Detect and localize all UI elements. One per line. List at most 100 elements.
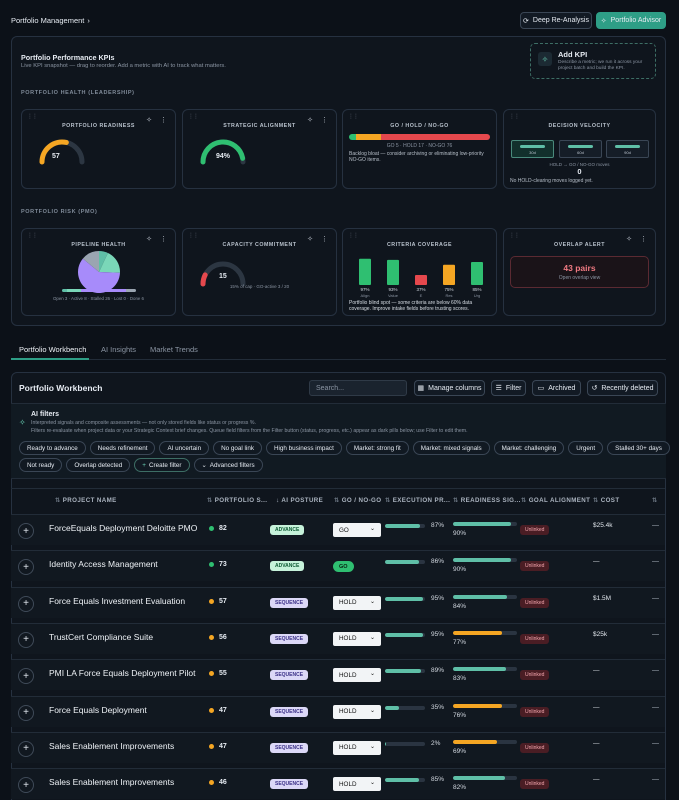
ai-filter-chip[interactable]: Urgent [568,441,604,455]
drag-handle-icon[interactable]: ⋮⋮ [509,113,520,120]
tab-ai-insights[interactable]: AI Insights [101,345,136,354]
project-name[interactable]: PMI LA Force Equals Deployment Pilot [49,668,195,678]
ai-filter-chip[interactable]: Overlap detected [66,458,131,472]
kpi-card-alignment[interactable]: ⋮⋮ ✧ ⋮ STRATEGIC ALIGNMENT 94% [182,109,337,189]
ai-filter-chip[interactable]: Market: mixed signals [412,441,490,455]
col-ai-posture[interactable]: ↓ AI POSTURE [276,497,323,504]
ai-filter-chip[interactable]: Market: strong fit [345,441,409,455]
col-readiness-signal[interactable]: ⇅ READINESS SIG... [453,497,521,504]
ai-filter-chip[interactable]: Stalled 30+ days [607,441,670,455]
capacity-value: 15 [219,273,227,280]
expand-row-button[interactable]: + [18,777,34,794]
col-execution-progress[interactable]: ⇅ EXECUTION PR... [385,497,450,504]
recently-deleted-button[interactable]: ↺ Recently deleted [587,380,658,396]
tab-market-trends[interactable]: Market Trends [150,345,198,354]
kpi-card-coverage[interactable]: ⋮⋮ CRITERIA COVERAGE 97% Align 93% Value 37%… [342,228,497,316]
drag-handle-icon[interactable]: ⋮⋮ [188,113,199,120]
kpi-card-capacity[interactable]: ⋮⋮ ✧ ⋮ CAPACITY COMMITMENT 15 15% of cap … [182,228,337,316]
deep-reanalysis-button[interactable]: ⟳ Deep Re-Analysis [520,12,592,29]
chevron-down-icon: ⌄ [369,743,375,750]
drag-handle-icon[interactable]: ⋮⋮ [348,113,359,120]
table-row[interactable]: + Sales Enablement Improvements 46 SEQUE… [11,768,665,800]
ai-filter-chip[interactable]: Not ready [19,458,63,472]
ai-filter-chip[interactable]: No goal link [213,441,262,455]
ai-filter-chip[interactable]: Market: challenging [493,441,565,455]
pipeline-bar-seg-active [67,289,81,292]
go-no-go-select[interactable]: HOLD ⌄ [333,777,381,792]
drag-handle-icon[interactable]: ⋮⋮ [27,232,38,239]
col-cost[interactable]: ⇅ COST [593,497,620,504]
col-go-no-go[interactable]: ⇅ GO / NO-GO [334,497,381,504]
go-no-go-pill[interactable]: GO [333,561,354,573]
kpi-card-pipeline[interactable]: ⋮⋮ ✧ ⋮ PIPELINE HEALTH Open 3 · Active 8 … [21,228,176,316]
breadcrumb-portfolio[interactable]: Portfolio Management [11,16,84,25]
ai-filter-chip[interactable]: AI uncertain [159,441,210,455]
expand-row-button[interactable]: + [18,740,34,757]
go-no-go-select[interactable]: HOLD ⌄ [333,631,381,646]
go-no-go-select[interactable]: HOLD ⌄ [333,595,381,610]
advanced-filters-button[interactable]: ⌄ Advanced filters [193,458,263,472]
go-no-go-select[interactable]: HOLD ⌄ [333,668,381,683]
col-goal-alignment[interactable]: ⇅ GOAL ALIGNMENT [521,497,590,504]
filter-button[interactable]: ☰ Filter [491,380,526,396]
drag-handle-icon[interactable]: ⋮⋮ [509,232,520,239]
overlap-link[interactable]: Open overlap view [511,275,648,281]
ai-filter-chip[interactable]: Ready to advance [19,441,86,455]
workbench-title: Portfolio Workbench [19,383,103,393]
col-more[interactable]: ⇅ [652,497,658,504]
kpi-card-gonogo[interactable]: ⋮⋮ GO / HOLD / NO-GO GO 5 · HOLD 17 · NO… [342,109,497,189]
project-name[interactable]: Identity Access Management [49,559,158,569]
execution-progress-bar [385,596,425,601]
col-project-name[interactable]: ⇅ PROJECT NAME [55,497,117,504]
drag-handle-icon[interactable]: ⋮⋮ [348,232,359,239]
kpi-card-readiness[interactable]: ⋮⋮ ✧ ⋮ PORTFOLIO READINESS 57 [21,109,176,189]
table-row[interactable]: + ForceEquals Deployment Deloitte PMO 82… [11,514,665,545]
table-row[interactable]: + Force Equals Deployment 47 SEQUENCE HO… [11,695,665,727]
portfolio-advisor-button[interactable]: ✧ Portfolio Advisor [596,12,666,29]
portfolio-score: 73 [209,561,227,568]
add-kpi-card[interactable]: ✧ Add KPI Describe a metric; we run it a… [530,43,656,79]
tab-portfolio-workbench[interactable]: Portfolio Workbench [19,345,86,354]
table-row[interactable]: + Force Equals Investment Evaluation 57 … [11,586,665,618]
kpi-panel-title: Portfolio Performance KPIs [21,53,115,62]
table-row[interactable]: + TrustCert Compliance Suite 56 SEQUENCE… [11,622,665,654]
project-name[interactable]: Force Equals Deployment [49,705,147,715]
cost-value: $1.5M [593,594,612,602]
ai-filter-chip[interactable]: Needs refinement [89,441,156,455]
drag-handle-icon[interactable]: ⋮⋮ [188,232,199,239]
project-name[interactable]: TrustCert Compliance Suite [49,632,153,642]
kpi-card-overlap[interactable]: ⋮⋮ ✧ ⋮ OVERLAP ALERT 43 pairs Open overla… [503,228,656,316]
create-filter-button[interactable]: + Create filter [134,458,190,472]
kpi-title: PORTFOLIO READINESS [62,123,135,129]
expand-row-button[interactable]: + [18,631,34,648]
kpi-card-velocity[interactable]: ⋮⋮ DECISION VELOCITY 30d 60d 90d HOLD → … [503,109,656,189]
archived-button[interactable]: ▭ Archived [532,380,581,396]
table-row[interactable]: + PMI LA Force Equals Deployment Pilot 5… [11,659,665,691]
breadcrumb[interactable]: Portfolio Management › [11,16,90,25]
manage-columns-button[interactable]: ▦ Manage columns [414,380,485,396]
go-no-go-select[interactable]: HOLD ⌄ [333,704,381,719]
go-no-go-select[interactable]: GO ⌄ [333,523,381,537]
table-row[interactable]: + Sales Enablement Improvements 47 SEQUE… [11,731,665,763]
project-name[interactable]: ForceEquals Deployment Deloitte PMO [49,523,197,533]
search-input[interactable]: Search... [309,380,407,396]
expand-row-button[interactable]: + [18,595,34,612]
overlap-box[interactable]: 43 pairs Open overlap view [510,256,649,288]
go-no-go-select[interactable]: HOLD ⌄ [333,740,381,755]
expand-row-button[interactable]: + [18,523,34,539]
project-name[interactable]: Force Equals Investment Evaluation [49,596,185,606]
expand-row-button[interactable]: + [18,559,34,576]
chevron-down-icon: ⌄ [369,598,375,605]
col-portfolio-score[interactable]: ⇅ PORTFOLIO S... [207,497,267,504]
expand-row-button[interactable]: + [18,668,34,685]
table-row[interactable]: + Identity Access Management 73 ADVANCE … [11,550,665,582]
ai-filter-chip[interactable]: High business impact [265,441,342,455]
project-name[interactable]: Sales Enablement Improvements [49,741,174,751]
kpi-title: CAPACITY COMMITMENT [222,242,297,248]
readiness-signal-value: 83% [453,675,467,683]
project-name[interactable]: Sales Enablement Improvements [49,777,174,787]
drag-handle-icon[interactable]: ⋮⋮ [27,113,38,120]
extra-value: — [652,522,659,529]
expand-row-button[interactable]: + [18,704,34,721]
add-kpi-title: Add KPI [558,50,588,59]
